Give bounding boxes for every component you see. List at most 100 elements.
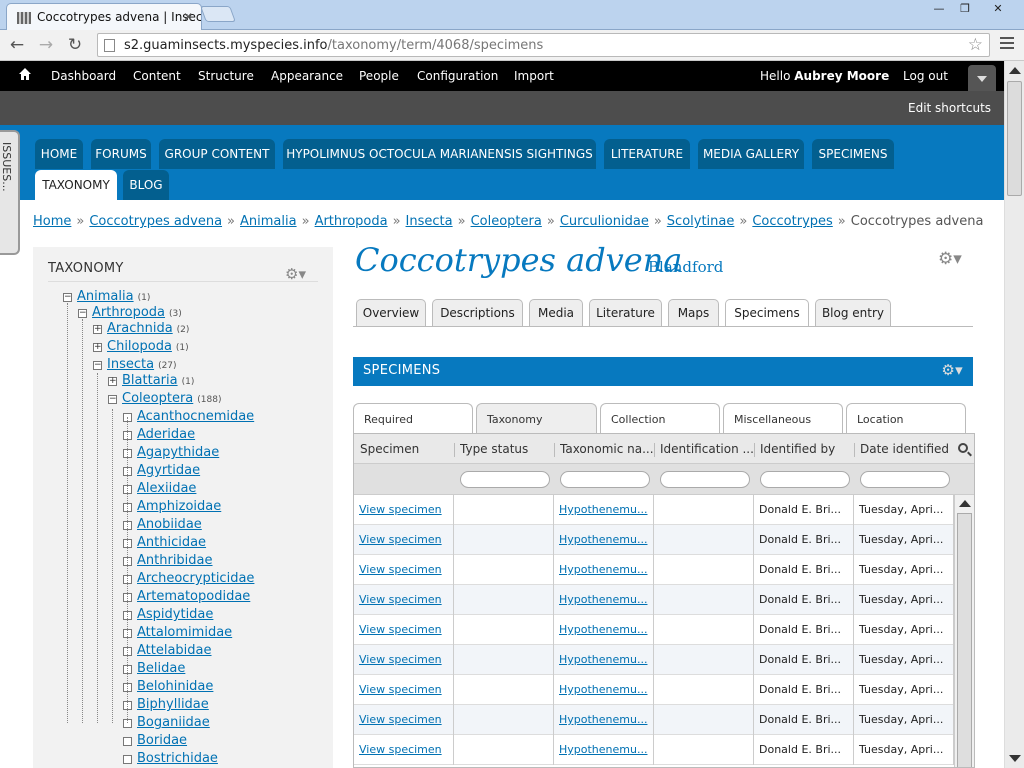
filter-identification[interactable]: [660, 471, 750, 488]
tab-specimens[interactable]: Specimens: [725, 299, 809, 327]
filter-identified-by[interactable]: [760, 471, 850, 488]
col-specimen[interactable]: Specimen: [360, 442, 450, 456]
tree-item-link[interactable]: Animalia: [77, 289, 134, 304]
tree-item-link[interactable]: Aspidytidae: [137, 607, 213, 622]
breadcrumb-link[interactable]: Home: [33, 214, 71, 229]
col-taxonomic-name[interactable]: Taxonomic na...: [560, 442, 654, 456]
table-cell[interactable]: Hypothenemu...: [554, 555, 654, 585]
tree-item-link[interactable]: Agyrtidae: [137, 463, 200, 478]
tree-item-link[interactable]: Arthropoda: [92, 305, 165, 320]
nav-tab-sightings[interactable]: HYPOLIMNUS OCTOCULA MARIANENSIS SIGHTING…: [283, 139, 596, 169]
tree-item-link[interactable]: Acanthocnemidae: [137, 409, 254, 424]
table-cell[interactable]: Hypothenemu...: [554, 645, 654, 675]
page-gear-icon[interactable]: ⚙▾: [938, 249, 962, 269]
tree-item-link[interactable]: Anthribidae: [137, 553, 213, 568]
table-cell[interactable]: Hypothenemu...: [554, 675, 654, 705]
col-date-identified[interactable]: Date identified: [860, 442, 952, 456]
logout-link[interactable]: Log out: [903, 69, 948, 83]
nav-tab-forums[interactable]: FORUMS: [91, 139, 151, 169]
tab-media[interactable]: Media: [529, 299, 583, 326]
col-type-status[interactable]: Type status: [460, 442, 552, 456]
tab-descriptions[interactable]: Descriptions: [432, 299, 523, 326]
browser-tab[interactable]: Coccotrypes advena | Insect ✕: [6, 3, 202, 30]
breadcrumb-link[interactable]: Coccotrypes: [752, 214, 832, 229]
table-cell[interactable]: View specimen: [354, 675, 454, 705]
table-cell[interactable]: Hypothenemu...: [554, 585, 654, 615]
table-cell[interactable]: View specimen: [354, 645, 454, 675]
tree-toggle-icon[interactable]: −: [63, 293, 72, 302]
grid-scrollbar-thumb[interactable]: [957, 513, 972, 767]
breadcrumb-link[interactable]: Insecta: [406, 214, 453, 229]
table-cell[interactable]: Hypothenemu...: [554, 495, 654, 525]
breadcrumb-link[interactable]: Animalia: [240, 214, 297, 229]
tree-item-link[interactable]: Boganiidae: [137, 715, 210, 730]
breadcrumb-link[interactable]: Curculionidae: [560, 214, 649, 229]
breadcrumb-link[interactable]: Coleoptera: [471, 214, 542, 229]
table-cell[interactable]: View specimen: [354, 615, 454, 645]
table-cell[interactable]: Hypothenemu...: [554, 735, 654, 765]
nav-tab-media-gallery[interactable]: MEDIA GALLERY: [698, 139, 804, 169]
page-scrollbar-thumb[interactable]: [1007, 81, 1022, 196]
shortcuts-toggle-button[interactable]: [968, 65, 996, 91]
tree-item-link[interactable]: Anobiidae: [137, 517, 202, 532]
breadcrumb-link[interactable]: Arthropoda: [315, 214, 388, 229]
breadcrumb-link[interactable]: Coccotrypes advena: [89, 214, 222, 229]
table-row[interactable]: View specimen Hypothenemu... Donald E. Bri…: [354, 615, 954, 645]
field-tab-taxonomy[interactable]: Taxonomy: [476, 403, 597, 434]
tree-item-link[interactable]: Insecta: [107, 357, 154, 372]
table-row[interactable]: View specimen Hypothenemu... Donald E. Bri…: [354, 555, 954, 585]
tree-item-link[interactable]: Attalomimidae: [137, 625, 232, 640]
tree-item-link[interactable]: Belohinidae: [137, 679, 213, 694]
tree-toggle-icon[interactable]: −: [108, 395, 117, 404]
forward-button[interactable]: →: [35, 34, 57, 56]
filter-date-identified[interactable]: [860, 471, 950, 488]
field-tab-location[interactable]: Location: [846, 403, 966, 434]
table-row[interactable]: View specimen Hypothenemu... Donald E. Bri…: [354, 705, 954, 735]
table-cell[interactable]: View specimen: [354, 585, 454, 615]
table-row[interactable]: View specimen Hypothenemu... Donald E. Bri…: [354, 495, 954, 525]
admin-menu-structure[interactable]: Structure: [198, 69, 254, 83]
tree-toggle-icon[interactable]: +: [93, 343, 102, 352]
nav-tab-group-content[interactable]: GROUP CONTENT: [159, 139, 275, 169]
home-icon[interactable]: [18, 67, 32, 81]
nav-tab-home[interactable]: HOME: [35, 139, 83, 169]
tree-item-link[interactable]: Amphizoidae: [137, 499, 221, 514]
tree-item-link[interactable]: Biphyllidae: [137, 697, 209, 712]
admin-menu-people[interactable]: People: [359, 69, 399, 83]
tree-item-link[interactable]: Bostrichidae: [137, 751, 218, 766]
tree-item-link[interactable]: Attelabidae: [137, 643, 212, 658]
admin-menu-import[interactable]: Import: [514, 69, 554, 83]
tree-item-link[interactable]: Blattaria: [122, 373, 178, 388]
tree-item-link[interactable]: Agapythidae: [137, 445, 219, 460]
table-row[interactable]: View specimen Hypothenemu... Donald E. Bri…: [354, 675, 954, 705]
tree-toggle-icon[interactable]: +: [108, 377, 117, 386]
nav-tab-literature[interactable]: LITERATURE: [604, 139, 690, 169]
table-row[interactable]: View specimen Hypothenemu... Donald E. Bri…: [354, 585, 954, 615]
tree-item-link[interactable]: Aderidae: [137, 427, 195, 442]
col-identification[interactable]: Identification ...: [660, 442, 754, 456]
close-window-button[interactable]: ✕: [982, 2, 1014, 18]
table-cell[interactable]: Hypothenemu...: [554, 705, 654, 735]
table-cell[interactable]: Hypothenemu...: [554, 525, 654, 555]
tab-overview[interactable]: Overview: [356, 299, 426, 326]
admin-menu-content[interactable]: Content: [133, 69, 181, 83]
edit-shortcuts-link[interactable]: Edit shortcuts: [908, 101, 991, 115]
back-button[interactable]: ←: [6, 34, 28, 56]
admin-menu-configuration[interactable]: Configuration: [417, 69, 498, 83]
filter-type-status[interactable]: [460, 471, 550, 488]
minimize-button[interactable]: —: [928, 2, 950, 18]
tab-close-icon[interactable]: ✕: [183, 10, 193, 24]
table-cell[interactable]: View specimen: [354, 705, 454, 735]
nav-tab-taxonomy[interactable]: TAXONOMY: [35, 170, 117, 200]
tree-item-link[interactable]: Artematopodidae: [137, 589, 250, 604]
nav-tab-specimens[interactable]: SPECIMENS: [812, 139, 894, 169]
tab-literature[interactable]: Literature: [589, 299, 662, 326]
nav-tab-blog[interactable]: BLOG: [123, 170, 169, 200]
breadcrumb-link[interactable]: Scolytinae: [667, 214, 735, 229]
new-tab-button[interactable]: [200, 6, 236, 22]
reload-button[interactable]: ↻: [64, 34, 86, 56]
tree-item-link[interactable]: Archeocrypticidae: [137, 571, 254, 586]
col-identified-by[interactable]: Identified by: [760, 442, 854, 456]
admin-menu-dashboard[interactable]: Dashboard: [51, 69, 116, 83]
tab-blog-entry[interactable]: Blog entry: [815, 299, 891, 326]
